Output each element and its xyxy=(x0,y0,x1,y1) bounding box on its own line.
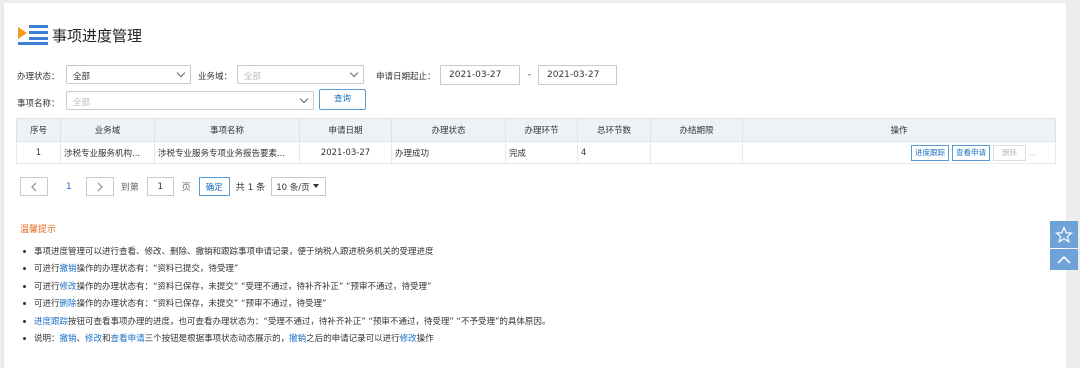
date-start-value: 2021-03-27 xyxy=(449,70,502,80)
date-range-label: 申请日期起止： xyxy=(376,72,436,82)
status-label: 办理状态： xyxy=(17,72,60,82)
tip-text: 可进行 xyxy=(34,281,60,292)
cell-status: 办理成功 xyxy=(391,141,506,164)
page-header: 事项进度管理 xyxy=(17,23,142,47)
page-size-value: 10 条/页 xyxy=(276,182,310,193)
cell-actions: 进度跟踪 查看申请 删除 查签 xyxy=(742,141,1056,164)
column-header: 业务域 xyxy=(60,118,155,142)
tips-list: 事项进度管理可以进行查看、修改、删除、撤销和跟踪事项申请记录，便于纳税人跟进税务… xyxy=(22,246,550,350)
tips-title: 温馨提示 xyxy=(20,225,57,235)
tip-link[interactable]: 删除 xyxy=(60,299,77,309)
column-header: 总环节数 xyxy=(577,118,651,142)
caret-down-icon xyxy=(312,184,319,188)
tip-text: 可进行 xyxy=(34,299,60,310)
current-page-number[interactable]: 1 xyxy=(66,182,72,192)
table-row: 1 涉税专业服务机构... 涉税专业服务专项业务报告要素... 2021-03-… xyxy=(16,141,1056,164)
domain-select-value: 全部 xyxy=(244,72,262,82)
tip-text: 操作 xyxy=(416,333,434,344)
page-suffix: 页 xyxy=(181,183,191,193)
cell-index: 1 xyxy=(16,141,61,164)
total-count: 共 1 条 xyxy=(235,183,266,193)
date-end-value: 2021-03-27 xyxy=(547,70,600,80)
prev-page-button[interactable] xyxy=(20,177,48,196)
tip-link[interactable]: 撤销 xyxy=(60,334,77,344)
tip-item: 可进行修改操作的办理状态有：“资料已保存，未提交” “受理不通过，待补齐补正” … xyxy=(22,281,550,298)
results-table: 序号 业务域 事项名称 申请日期 办理状态 办理环节 总环节数 办结期限 操作 … xyxy=(16,118,1056,164)
column-header: 申请日期 xyxy=(299,118,392,142)
goto-confirm-button[interactable]: 确定 xyxy=(198,177,230,196)
list-icon xyxy=(17,23,50,47)
column-header: 序号 xyxy=(16,118,61,142)
chevron-down-icon xyxy=(349,68,359,78)
column-header: 操作 xyxy=(742,118,1056,142)
main-card: 事项进度管理 办理状态： 全部 业务域： 全部 申请日期起止： 2021-03-… xyxy=(3,3,1066,368)
tip-text: 操作的办理状态有：“资料已保存，未提交” “受理不通过，待补齐补正” “预审不通… xyxy=(76,281,432,292)
tip-link[interactable]: 修改 xyxy=(400,334,417,344)
tip-text: 事项进度管理可以进行查看、修改、删除、撤销和跟踪事项申请记录，便于纳税人跟进税务… xyxy=(34,247,434,257)
chevron-right-icon xyxy=(97,182,103,191)
tip-item: 说明：撤销、修改和查看申请三个按钮是根据事项状态动态展示的，撤销之后的申请记录可… xyxy=(22,333,550,350)
delete-button[interactable]: 删除 xyxy=(993,144,1026,161)
cell-step: 完成 xyxy=(505,141,578,164)
page-title: 事项进度管理 xyxy=(52,26,143,45)
status-select-value: 全部 xyxy=(73,72,91,82)
goto-prefix: 到第 xyxy=(120,183,139,193)
tip-text: 、 xyxy=(76,333,86,344)
pagination: 1 到第 1 页 确定 共 1 条 10 条/页 xyxy=(20,177,327,196)
tip-link[interactable]: 撤销 xyxy=(60,264,77,274)
column-header: 办结期限 xyxy=(650,118,743,142)
item-name-select-value: 全部 xyxy=(73,98,91,108)
cell-domain: 涉税专业服务机构... xyxy=(60,141,155,164)
cell-item-name: 涉税专业服务专项业务报告要素... xyxy=(154,141,300,164)
page-size-select[interactable]: 10 条/页 xyxy=(271,177,327,196)
query-button[interactable]: 查询 xyxy=(319,89,366,110)
view-application-button[interactable]: 查看申请 xyxy=(952,144,990,161)
chevron-down-icon xyxy=(176,68,186,78)
back-to-top-button[interactable] xyxy=(1050,249,1078,270)
date-separator: - xyxy=(528,70,532,80)
status-select[interactable]: 全部 xyxy=(66,65,191,84)
tip-item: 可进行撤销操作的办理状态有：“资料已提交，待受理” xyxy=(22,263,550,280)
goto-page-input[interactable]: 1 xyxy=(146,177,174,196)
tip-link[interactable]: 修改 xyxy=(85,334,102,344)
tip-text: 操作的办理状态有：“资料已提交，待受理” xyxy=(76,264,239,275)
chevron-up-icon xyxy=(1057,255,1071,264)
domain-label: 业务域： xyxy=(198,72,233,82)
tip-text: 说明： xyxy=(34,333,60,344)
tip-text: 操作的办理状态有：“资料已保存，未提交” “预审不通过，待受理” xyxy=(76,299,327,310)
item-name-label: 事项名称： xyxy=(17,99,60,109)
next-page-button[interactable] xyxy=(85,177,114,196)
cell-date: 2021-03-27 xyxy=(299,141,392,164)
column-header: 办理环节 xyxy=(505,118,578,142)
tip-text: 按钮可查看事项办理的进度，也可查看办理状态为：“受理不通过，待补齐补正” “预审… xyxy=(68,316,551,327)
column-header: 事项名称 xyxy=(154,118,300,142)
chevron-down-icon xyxy=(299,94,309,104)
star-icon xyxy=(1055,225,1073,243)
tip-item: 事项进度管理可以进行查看、修改、删除、撤销和跟踪事项申请记录，便于纳税人跟进税务… xyxy=(22,246,550,263)
track-progress-button[interactable]: 进度跟踪 xyxy=(911,144,949,161)
tip-link[interactable]: 查看申请 xyxy=(111,334,145,344)
column-header: 办理状态 xyxy=(391,118,506,142)
goto-page-value: 1 xyxy=(157,181,164,192)
date-end-input[interactable]: 2021-03-27 xyxy=(538,65,617,85)
tip-link[interactable]: 撤销 xyxy=(289,334,306,344)
table-header-row: 序号 业务域 事项名称 申请日期 办理状态 办理环节 总环节数 办结期限 操作 xyxy=(16,118,1056,142)
date-start-input[interactable]: 2021-03-27 xyxy=(440,65,520,85)
tip-text: 之后的申请记录可以进行 xyxy=(306,333,400,344)
tip-text: 三个按钮是根据事项状态动态展示的， xyxy=(144,333,290,344)
favorite-button[interactable] xyxy=(1050,221,1078,248)
domain-select[interactable]: 全部 xyxy=(237,65,364,84)
chevron-left-icon xyxy=(31,182,37,191)
tip-link[interactable]: 进度跟踪 xyxy=(34,317,68,327)
tip-text: 可进行 xyxy=(34,264,60,275)
tip-item: 可进行删除操作的办理状态有：“资料已保存，未提交” “预审不通过，待受理” xyxy=(22,298,550,315)
tip-text: 和 xyxy=(102,333,111,344)
cell-total-steps: 4 xyxy=(577,141,651,164)
tip-link[interactable]: 修改 xyxy=(60,282,77,292)
tip-item: 进度跟踪按钮可查看事项办理的进度，也可查看办理状态为：“受理不通过，待补齐补正”… xyxy=(22,316,550,333)
item-name-select[interactable]: 全部 xyxy=(66,91,314,110)
cell-deadline xyxy=(650,141,743,164)
